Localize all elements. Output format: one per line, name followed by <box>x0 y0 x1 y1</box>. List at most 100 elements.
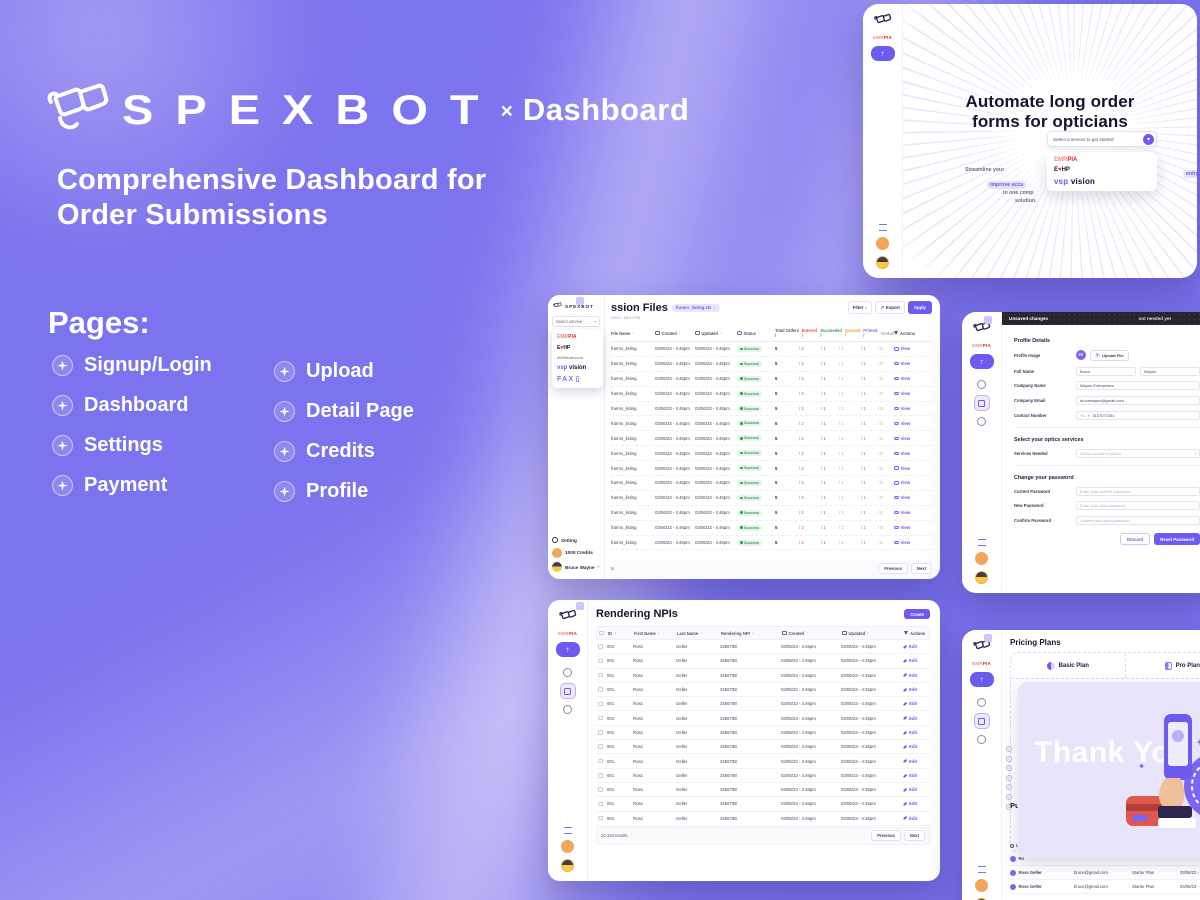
new-password-field[interactable]: Enter your new password <box>1076 501 1200 510</box>
view-link[interactable]: View <box>894 346 932 351</box>
view-link[interactable]: View <box>894 406 932 411</box>
service-option-fax[interactable]: FAX▯ <box>557 375 598 383</box>
chevron-down-icon[interactable]: ▾ <box>1143 134 1154 145</box>
col-id[interactable]: ID <box>608 631 612 636</box>
row-checkbox[interactable] <box>598 802 603 807</box>
file-pill[interactable]: framrs_listing.xls↓ <box>672 304 720 312</box>
view-link[interactable]: View <box>894 510 932 515</box>
sliders-icon[interactable] <box>978 539 986 546</box>
upload-button[interactable]: ↑ <box>556 642 580 657</box>
grid-icon-active[interactable] <box>974 713 990 729</box>
sidebar-item-user[interactable]: Bruce Wayne▾ <box>552 562 600 572</box>
credits-icon[interactable] <box>561 840 574 853</box>
export-button[interactable]: ↗Export <box>875 301 905 314</box>
filter-button[interactable]: Filter▾ <box>848 301 873 314</box>
service-option-2020now[interactable]: 2020now.com <box>557 355 598 360</box>
edit-link[interactable]: Edit <box>903 730 928 735</box>
row-checkbox[interactable] <box>598 687 603 692</box>
copy-icon[interactable] <box>977 698 986 707</box>
view-link[interactable]: View <box>894 540 932 545</box>
row-checkbox[interactable] <box>598 702 603 707</box>
row-checkbox[interactable] <box>598 659 603 664</box>
next-button[interactable]: Next <box>911 563 932 574</box>
credits-icon[interactable] <box>876 237 889 250</box>
edit-link[interactable]: Edit <box>903 759 928 764</box>
view-link[interactable]: View <box>894 451 932 456</box>
row-checkbox[interactable] <box>598 730 603 735</box>
view-link[interactable]: View <box>894 376 932 381</box>
view-link[interactable]: View <box>894 466 932 471</box>
view-link[interactable]: View <box>894 525 932 530</box>
tab-basic-plan[interactable]: Basic Plan <box>1011 653 1125 678</box>
gear-icon[interactable] <box>563 705 572 714</box>
services-select[interactable]: Select service required ↕ <box>1076 449 1200 458</box>
service-option-vsp[interactable]: vsp vision <box>557 365 598 371</box>
view-link[interactable]: View <box>894 480 932 485</box>
copy-icon[interactable] <box>563 668 572 677</box>
gear-icon[interactable] <box>977 735 986 744</box>
next-button[interactable]: Next <box>904 830 925 841</box>
user-avatar[interactable] <box>975 571 988 584</box>
grid-icon-active[interactable] <box>560 683 576 699</box>
last-name-field[interactable]: Wayne <box>1140 367 1200 376</box>
reset-password-button[interactable]: Reset Password <box>1154 533 1200 545</box>
sliders-icon[interactable] <box>564 827 572 834</box>
service-option-evhp[interactable]: E♥HP <box>1054 167 1150 173</box>
col-updated[interactable]: Updated <box>849 631 866 636</box>
col-created[interactable]: Created <box>662 331 677 336</box>
service-filter-select[interactable]: Select service ▾ <box>552 316 600 327</box>
tab-pro-plan[interactable]: Pro Plan <box>1126 653 1200 678</box>
copy-icon[interactable] <box>977 380 986 389</box>
select-all-checkbox[interactable] <box>599 631 604 636</box>
sliders-icon[interactable] <box>879 224 887 231</box>
user-avatar[interactable] <box>561 859 574 872</box>
row-checkbox[interactable] <box>598 816 603 821</box>
row-checkbox[interactable] <box>598 773 603 778</box>
view-link[interactable]: View <box>894 391 932 396</box>
user-avatar[interactable] <box>876 256 889 269</box>
credits-icon[interactable] <box>975 879 988 892</box>
service-option-empia[interactable]: EMRPIA <box>1054 157 1150 163</box>
edit-link[interactable]: Edit <box>903 787 928 792</box>
col-status[interactable]: Status <box>744 331 757 336</box>
view-link[interactable]: View <box>894 361 932 366</box>
edit-link[interactable]: Edit <box>903 687 928 692</box>
sliders-icon[interactable] <box>978 866 986 873</box>
row-checkbox[interactable] <box>598 644 603 649</box>
view-link[interactable]: View <box>894 421 932 426</box>
company-email-field[interactable]: brucewayne@gmail.com <box>1076 396 1200 405</box>
view-link[interactable]: View <box>894 436 932 441</box>
service-select[interactable]: Select a service to get started ▾ <box>1047 131 1157 147</box>
upload-button[interactable]: ↑ <box>970 354 994 369</box>
edit-link[interactable]: Edit <box>903 816 928 821</box>
grid-icon-active[interactable] <box>974 395 990 411</box>
service-option-empia[interactable]: EMRPIA <box>557 334 598 340</box>
row-checkbox[interactable] <box>598 744 603 749</box>
edit-link[interactable]: Edit <box>903 773 928 778</box>
contact-number-field[interactable]: +1 ▾ 3157071451 <box>1076 411 1200 420</box>
row-checkbox[interactable] <box>598 673 603 678</box>
col-rendering-npi[interactable]: Rendering NPI <box>721 631 750 636</box>
discard-button[interactable]: Discard <box>1120 533 1150 545</box>
credits-icon[interactable] <box>975 552 988 565</box>
upload-file-button[interactable]: ↻Upload File <box>1090 350 1129 361</box>
confirm-password-field[interactable]: Confirm your new password <box>1076 516 1200 525</box>
create-button[interactable]: Create <box>904 609 930 619</box>
col-first-name[interactable]: First Name <box>634 631 656 636</box>
edit-link[interactable]: Edit <box>903 701 928 706</box>
col-updated[interactable]: Updated <box>702 331 718 336</box>
edit-link[interactable]: Edit <box>903 658 928 663</box>
service-option-vsp[interactable]: vsp vision <box>1054 177 1150 186</box>
edit-link[interactable]: Edit <box>903 744 928 749</box>
company-name-field[interactable]: Wayne Enterprises <box>1076 381 1200 390</box>
edit-link[interactable]: Edit <box>903 644 928 649</box>
gear-icon[interactable] <box>977 417 986 426</box>
apply-button[interactable]: Apply <box>908 301 932 314</box>
row-checkbox[interactable] <box>598 716 603 721</box>
col-last-name[interactable]: Last Name <box>677 631 698 636</box>
first-name-field[interactable]: Bruce <box>1076 367 1136 376</box>
row-checkbox[interactable] <box>598 787 603 792</box>
col-created[interactable]: Created <box>789 631 805 636</box>
edit-link[interactable]: Edit <box>903 801 928 806</box>
row-checkbox[interactable] <box>598 759 603 764</box>
